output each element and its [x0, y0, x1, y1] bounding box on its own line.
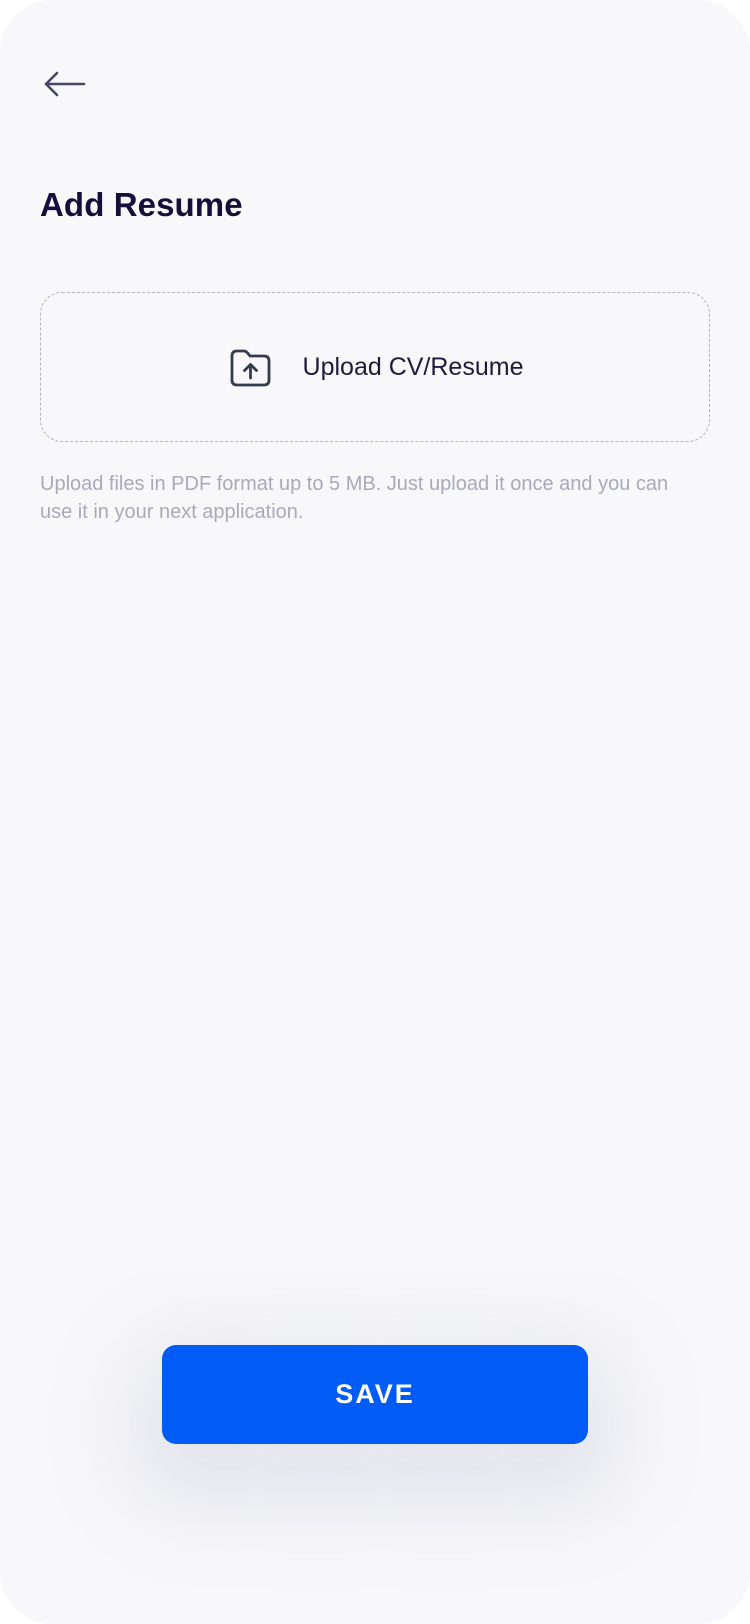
page-title: Add Resume: [40, 186, 243, 223]
upload-cv-dropzone[interactable]: Upload CV/Resume: [40, 292, 710, 442]
upload-cv-label: Upload CV/Resume: [302, 352, 524, 381]
upload-cv-content: Upload CV/Resume: [227, 344, 524, 390]
add-resume-screen: Add Resume Upload CV/Resume Upload files…: [0, 0, 750, 1624]
upload-hint-text: Upload files in PDF format up to 5 MB. J…: [40, 473, 669, 523]
arrow-left-icon: [42, 70, 86, 98]
folder-upload-icon: [227, 344, 273, 390]
back-button[interactable]: [38, 62, 90, 106]
save-button[interactable]: SAVE: [162, 1345, 588, 1444]
